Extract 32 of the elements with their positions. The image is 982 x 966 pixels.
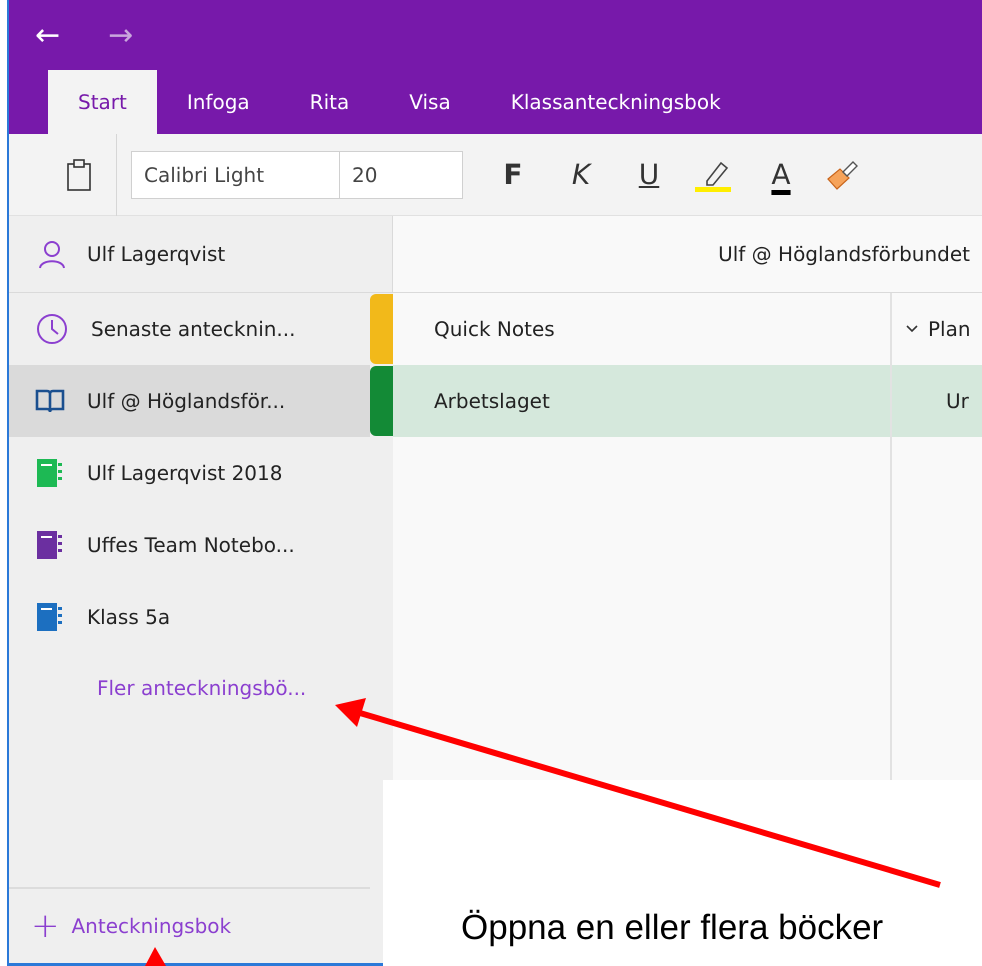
person-icon bbox=[37, 239, 67, 269]
paintbrush-icon[interactable] bbox=[825, 158, 859, 190]
pointer-arrow bbox=[145, 947, 166, 966]
back-button[interactable]: ← bbox=[31, 18, 64, 52]
font-size-field[interactable]: 20 bbox=[339, 150, 463, 198]
ribbon-tab[interactable]: Start bbox=[48, 70, 157, 134]
ribbon-tab[interactable]: Rita bbox=[280, 70, 380, 134]
notebook-item[interactable]: Uffes Team Notebo... bbox=[9, 509, 370, 581]
forward-button[interactable]: → bbox=[104, 18, 138, 52]
book-icon bbox=[35, 388, 65, 414]
clipboard-icon[interactable] bbox=[66, 158, 92, 190]
font-name-field[interactable]: Calibri Light bbox=[131, 150, 339, 198]
account-button[interactable]: Ulf Lagerqvist bbox=[87, 242, 226, 266]
more-notebooks-link[interactable]: Fler anteckningsbö... bbox=[9, 653, 370, 723]
notebook-item[interactable]: Klass 5a bbox=[9, 581, 370, 653]
page-item[interactable]: Ur bbox=[892, 365, 982, 437]
page-item[interactable]: Plan bbox=[892, 293, 982, 365]
section-item[interactable]: Arbetslaget bbox=[370, 365, 890, 437]
ribbon-tab[interactable]: Klassanteckningsbok bbox=[480, 70, 751, 134]
ribbon-tab[interactable]: Infoga bbox=[156, 70, 280, 134]
notebook-title: Ulf @ Höglandsförbundet bbox=[718, 242, 970, 266]
notebook-item[interactable]: Ulf @ Höglandsför... bbox=[9, 365, 370, 437]
chevron-icon bbox=[906, 325, 918, 333]
callout-text: Öppna en eller flera böcker bbox=[461, 908, 884, 948]
notebook-item[interactable]: Senaste antecknin... bbox=[9, 293, 370, 365]
clock-icon bbox=[35, 312, 69, 346]
bold-button[interactable]: F bbox=[483, 157, 543, 192]
italic-button[interactable]: K bbox=[551, 157, 611, 192]
underline-button[interactable]: U bbox=[619, 157, 679, 192]
font-color-button[interactable]: A bbox=[751, 157, 811, 192]
notebook-item[interactable]: Ulf Lagerqvist 2018 bbox=[9, 437, 370, 509]
ribbon-tab[interactable]: Visa bbox=[379, 70, 481, 134]
